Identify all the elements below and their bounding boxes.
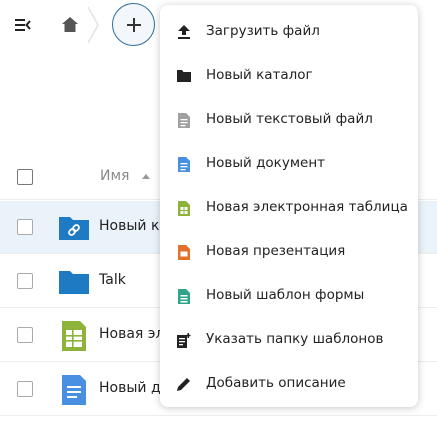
- upload-icon: [176, 24, 192, 40]
- row-checkbox[interactable]: [17, 327, 33, 343]
- file-name[interactable]: Новый к: [99, 218, 159, 234]
- menu-item-label: Новый документ: [206, 155, 326, 171]
- menu-item-upload-file[interactable]: Загрузить файл: [160, 10, 418, 54]
- menu-collapse-icon: [15, 19, 31, 31]
- menu-item-label: Новая презентация: [206, 243, 346, 259]
- select-all-checkbox[interactable]: [17, 169, 33, 185]
- menu-item-new-document[interactable]: Новый документ: [160, 142, 418, 186]
- menu-item-label: Новый шаблон формы: [206, 287, 365, 303]
- form-template-icon: [176, 288, 192, 304]
- sort-ascending-icon[interactable]: [142, 174, 150, 179]
- menu-item-add-description[interactable]: Добавить описание: [160, 362, 418, 406]
- file-name[interactable]: Новая эл: [99, 326, 164, 342]
- toggle-navigation-button[interactable]: [12, 14, 34, 36]
- new-button[interactable]: [112, 3, 155, 46]
- template-folder-icon: [176, 332, 192, 348]
- new-item-menu: Загрузить файл Новый каталог Новый текст…: [160, 5, 418, 407]
- menu-item-new-text-file[interactable]: Новый текстовый файл: [160, 98, 418, 142]
- menu-item-new-spreadsheet[interactable]: Новая электронная таблица: [160, 186, 418, 230]
- home-breadcrumb[interactable]: [58, 12, 82, 36]
- file-name[interactable]: Новый д: [99, 380, 161, 396]
- menu-item-label: Новая электронная таблица: [206, 199, 408, 215]
- menu-item-label: Загрузить файл: [206, 23, 320, 39]
- breadcrumb-separator: [87, 6, 99, 44]
- name-column-header[interactable]: Имя: [100, 168, 129, 184]
- home-icon: [62, 16, 78, 32]
- menu-item-new-form-template[interactable]: Новый шаблон формы: [160, 274, 418, 318]
- document-icon: [62, 375, 86, 405]
- shared-folder-icon: [59, 217, 89, 240]
- menu-item-new-presentation[interactable]: Новая презентация: [160, 230, 418, 274]
- row-checkbox[interactable]: [17, 219, 33, 235]
- folder-icon: [59, 271, 89, 294]
- file-name[interactable]: Talk: [99, 272, 126, 288]
- menu-item-label: Новый каталог: [206, 67, 313, 83]
- document-icon: [176, 156, 192, 172]
- row-checkbox[interactable]: [17, 273, 33, 289]
- row-checkbox[interactable]: [17, 381, 33, 397]
- spreadsheet-icon: [176, 200, 192, 216]
- menu-item-label: Новый текстовый файл: [206, 111, 373, 127]
- menu-item-set-templates-folder[interactable]: Указать папку шаблонов: [160, 318, 418, 362]
- folder-icon: [176, 68, 192, 84]
- menu-item-label: Добавить описание: [206, 375, 346, 391]
- presentation-icon: [176, 244, 192, 260]
- text-file-icon: [176, 112, 192, 128]
- menu-item-label: Указать папку шаблонов: [206, 331, 384, 347]
- pencil-icon: [176, 376, 192, 392]
- menu-item-new-folder[interactable]: Новый каталог: [160, 54, 418, 98]
- spreadsheet-icon: [62, 321, 86, 351]
- plus-icon: [126, 17, 141, 32]
